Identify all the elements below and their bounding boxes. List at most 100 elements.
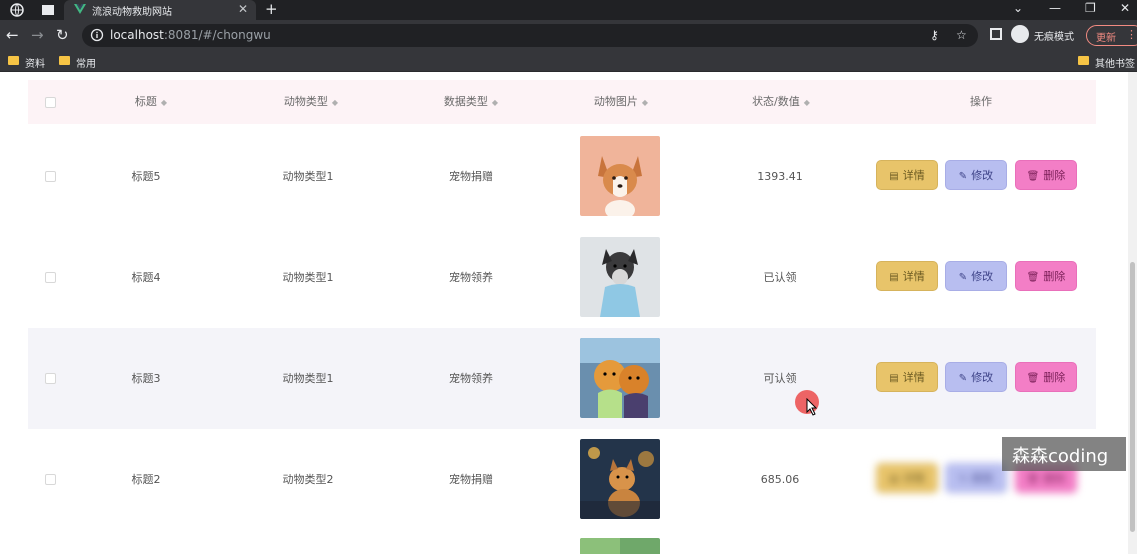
table-row[interactable]: 标题2 动物类型2 宠物捐赠 685.06 ▤ 详情 ✎ 修改 🗑 删除 bbox=[28, 429, 1096, 530]
trash-icon: 🗑 bbox=[1026, 373, 1040, 384]
document-icon: ▤ bbox=[889, 272, 899, 283]
pet-photo-next[interactable] bbox=[580, 538, 660, 554]
pencil-icon: ✎ bbox=[958, 373, 968, 384]
tab-search-chevron-icon[interactable]: ⌄ bbox=[1013, 1, 1023, 15]
update-button[interactable]: 更新 ⋮ bbox=[1086, 25, 1137, 46]
row-checkbox[interactable] bbox=[45, 171, 56, 182]
address-bar[interactable]: localhost:8081/#/chongwu ⚷ ☆ bbox=[82, 24, 978, 47]
table-row[interactable]: 标题4 动物类型1 宠物领养 已认领 ▤ 详情 ✎ 修改 🗑 删除 bbox=[28, 227, 1096, 328]
detail-button[interactable]: ▤ 详情 bbox=[876, 362, 938, 392]
delete-label: 删除 bbox=[1043, 169, 1066, 182]
key-icon[interactable]: ⚷ bbox=[930, 28, 939, 42]
folder-icon bbox=[1078, 56, 1089, 65]
edit-label: 修改 bbox=[971, 472, 994, 485]
actions-cell: ▤ 详情 ✎ 修改 🗑 删除 bbox=[866, 126, 1086, 227]
sort-icon[interactable]: ◆ bbox=[332, 98, 338, 107]
row-checkbox[interactable] bbox=[45, 373, 56, 384]
cell-data-type: 宠物捐赠 bbox=[396, 429, 546, 530]
header-animal-type-label: 动物类型 bbox=[283, 95, 328, 108]
tab-title: 流浪动物救助网站 bbox=[92, 7, 172, 18]
pet-photo-schnauzer[interactable] bbox=[580, 237, 660, 317]
tab-close-icon[interactable]: ✕ bbox=[238, 2, 248, 16]
header-status[interactable]: 状态/数值 ◆ bbox=[696, 80, 866, 124]
detail-button[interactable]: ▤ 详情 bbox=[876, 160, 938, 190]
sort-icon[interactable]: ◆ bbox=[492, 98, 498, 107]
delete-button[interactable]: 🗑 删除 bbox=[1015, 160, 1077, 190]
tab-overview-icon[interactable] bbox=[41, 3, 55, 17]
edit-label: 修改 bbox=[971, 371, 994, 384]
pet-photo-dog-night[interactable] bbox=[580, 439, 660, 519]
header-status-label: 状态/数值 bbox=[752, 95, 800, 108]
delete-button[interactable]: 🗑 删除 bbox=[1015, 362, 1077, 392]
detail-label: 详情 bbox=[902, 371, 925, 384]
folder-icon bbox=[8, 56, 19, 65]
mouse-cursor-icon bbox=[806, 398, 818, 416]
edit-button[interactable]: ✎ 修改 bbox=[945, 463, 1007, 493]
header-animal-type[interactable]: 动物类型 ◆ bbox=[226, 80, 396, 124]
pet-photo-pomeranians[interactable] bbox=[580, 338, 660, 418]
table-row[interactable]: 标题5 动物类型1 宠物捐赠 1393.41 ▤ 详情 ✎ 修改 🗑 删除 bbox=[28, 126, 1096, 227]
header-title-label: 标题 bbox=[134, 95, 157, 108]
video-watermark: 森森coding bbox=[1002, 437, 1126, 471]
bookmark-star-icon[interactable]: ☆ bbox=[956, 28, 967, 42]
restore-icon[interactable]: ❐ bbox=[1085, 1, 1096, 15]
folder-icon bbox=[59, 56, 70, 65]
cell-animal-type: 动物类型1 bbox=[228, 126, 388, 227]
close-window-icon[interactable]: ✕ bbox=[1120, 1, 1130, 15]
delete-button[interactable]: 🗑 删除 bbox=[1015, 261, 1077, 291]
pencil-icon: ✎ bbox=[958, 272, 968, 283]
watermark-text: 森森coding bbox=[1012, 446, 1109, 467]
header-actions: 操作 bbox=[866, 80, 1096, 124]
cell-data-type: 宠物领养 bbox=[396, 227, 546, 328]
scroll-thumb[interactable] bbox=[1130, 262, 1135, 532]
incognito-icon[interactable] bbox=[1011, 25, 1029, 43]
table-row[interactable]: 标题3 动物类型1 宠物领养 可认领 ▤ 详情 ✎ 修改 🗑 删除 bbox=[28, 328, 1096, 429]
sort-icon[interactable]: ◆ bbox=[642, 98, 648, 107]
site-info-icon[interactable] bbox=[90, 28, 104, 42]
detail-label: 详情 bbox=[902, 169, 925, 182]
menu-dots-icon[interactable]: ⋮ bbox=[1126, 28, 1137, 41]
header-actions-label: 操作 bbox=[970, 95, 992, 108]
sort-icon[interactable]: ◆ bbox=[804, 98, 810, 107]
sort-icon[interactable]: ◆ bbox=[161, 98, 167, 107]
new-tab-icon[interactable]: + bbox=[265, 0, 278, 18]
document-icon: ▤ bbox=[889, 373, 899, 384]
pet-photo-corgi[interactable] bbox=[580, 136, 660, 216]
side-panel-icon[interactable] bbox=[990, 28, 1002, 40]
cell-animal-type: 动物类型2 bbox=[228, 429, 388, 530]
detail-button[interactable]: ▤ 详情 bbox=[876, 261, 938, 291]
bookmark-label: 其他书签 bbox=[1095, 59, 1135, 70]
select-all-checkbox[interactable] bbox=[45, 97, 56, 108]
page-scrollbar[interactable] bbox=[1128, 72, 1137, 554]
actions-cell: ▤ 详情 ✎ 修改 🗑 删除 bbox=[866, 227, 1086, 328]
bookmarks-bar: 资料 常用 其他书签 bbox=[0, 51, 1137, 72]
document-icon: ▤ bbox=[889, 171, 899, 182]
trash-icon: 🗑 bbox=[1026, 272, 1040, 283]
back-icon[interactable]: ← bbox=[6, 26, 19, 44]
url-text: localhost:8081/#/chongwu bbox=[110, 28, 271, 42]
active-tab[interactable]: 流浪动物救助网站 ✕ bbox=[64, 0, 256, 20]
detail-button[interactable]: ▤ 详情 bbox=[876, 463, 938, 493]
edit-button[interactable]: ✎ 修改 bbox=[945, 362, 1007, 392]
globe-icon[interactable] bbox=[10, 3, 24, 17]
header-image[interactable]: 动物图片 ◆ bbox=[546, 80, 696, 124]
incognito-label: 无痕模式 bbox=[1034, 32, 1074, 43]
cell-data-type: 宠物领养 bbox=[449, 372, 493, 385]
edit-button[interactable]: ✎ 修改 bbox=[945, 160, 1007, 190]
browser-toolbar: ← → ↻ localhost:8081/#/chongwu ⚷ ☆ 无痕模式 … bbox=[0, 20, 1137, 51]
cell-animal-type: 动物类型1 bbox=[228, 227, 388, 328]
minimize-icon[interactable]: — bbox=[1049, 1, 1061, 15]
document-icon: ▤ bbox=[889, 474, 899, 485]
header-title[interactable]: 标题 ◆ bbox=[76, 80, 226, 124]
edit-button[interactable]: ✎ 修改 bbox=[945, 261, 1007, 291]
row-checkbox[interactable] bbox=[45, 272, 56, 283]
cell-data-type: 宠物捐赠 bbox=[396, 126, 546, 227]
cell-title: 标题4 bbox=[76, 227, 216, 328]
cell-status: 685.06 bbox=[700, 429, 860, 530]
reload-icon[interactable]: ↻ bbox=[56, 26, 69, 44]
edit-label: 修改 bbox=[971, 169, 994, 182]
row-checkbox[interactable] bbox=[45, 474, 56, 485]
vue-logo-icon bbox=[74, 4, 86, 14]
forward-icon[interactable]: → bbox=[31, 26, 44, 44]
header-data-type[interactable]: 数据类型 ◆ bbox=[396, 80, 546, 124]
